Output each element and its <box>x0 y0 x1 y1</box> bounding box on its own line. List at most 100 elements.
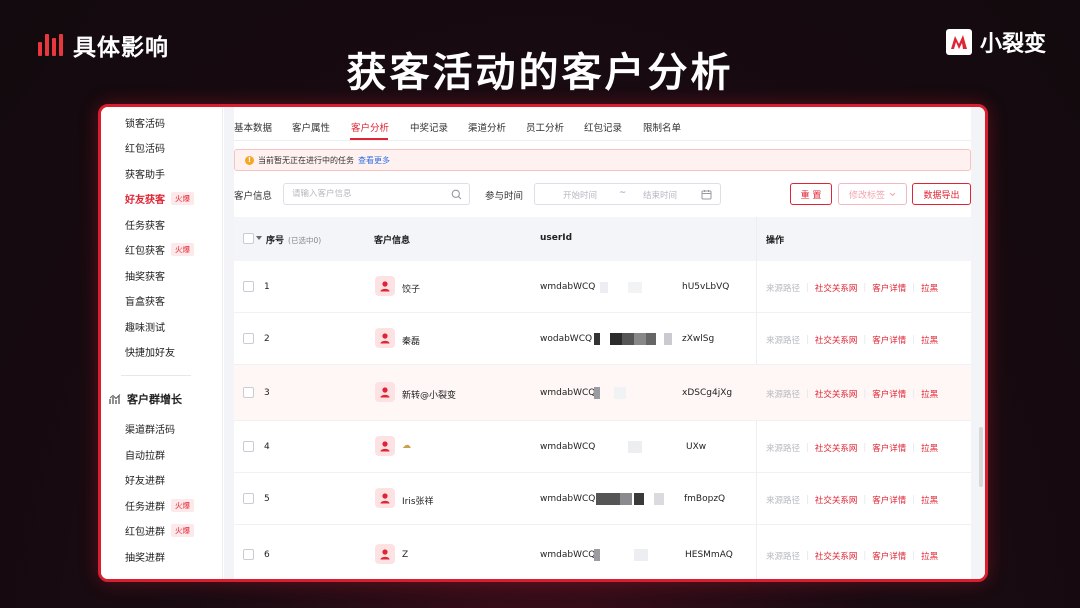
sidebar-item-blindbox-acquire[interactable]: 盲盒获客 <box>125 293 165 308</box>
row-checkbox[interactable] <box>243 281 254 292</box>
start-time-placeholder[interactable]: 开始时间 <box>563 189 597 201</box>
sidebar-item-acquire-helper[interactable]: 获客助手 <box>125 166 165 181</box>
table-row: 2 秦磊 wodabWCQ zXwlSg 来源路径 | 社交关系网 | 客户详情… <box>234 313 971 365</box>
customer-search-input[interactable] <box>292 189 432 199</box>
sidebar-item-task-join-group[interactable]: 任务进群 火爆 <box>125 498 194 513</box>
sidebar-item-friend-acquire[interactable]: 好友获客 火爆 <box>125 191 194 206</box>
customer-detail-link[interactable]: 客户详情 <box>872 334 906 346</box>
block-link[interactable]: 拉黑 <box>921 334 938 346</box>
userid-mask <box>596 441 676 453</box>
tab-restricted-list[interactable]: 限制名单 <box>643 120 681 134</box>
block-link[interactable]: 拉黑 <box>921 550 938 562</box>
social-network-link[interactable]: 社交关系网 <box>815 494 858 506</box>
sidebar-item-redpacket-acquire[interactable]: 红包获客 火爆 <box>125 242 194 257</box>
op-separator: | <box>863 389 867 399</box>
customer-detail-link[interactable]: 客户详情 <box>872 494 906 506</box>
block-link[interactable]: 拉黑 <box>921 388 938 400</box>
hot-badge: 火爆 <box>171 524 194 537</box>
notice-more-link[interactable]: 查看更多 <box>358 155 390 166</box>
social-network-link[interactable]: 社交关系网 <box>815 442 858 454</box>
user-avatar-icon <box>375 382 395 402</box>
customer-name: 饺子 <box>402 285 421 295</box>
tab-prize-records[interactable]: 中奖记录 <box>410 120 448 134</box>
userid-mask <box>598 282 678 293</box>
block-link[interactable]: 拉黑 <box>921 282 938 294</box>
row-index: 1 <box>264 282 270 292</box>
op-separator: | <box>806 283 809 293</box>
op-separator: | <box>912 389 916 399</box>
source-path-link[interactable]: 来源路径 <box>766 494 800 506</box>
sidebar-item-auto-pull-group[interactable]: 自动拉群 <box>125 447 165 462</box>
sidebar-item-redpacket-join-group[interactable]: 红包进群 火爆 <box>125 523 194 538</box>
row-actions: 来源路径 | 社交关系网 | 客户详情 | 拉黑 <box>766 550 938 562</box>
date-range-picker[interactable]: 开始时间 ~ 结束时间 <box>534 183 721 205</box>
customer-detail-link[interactable]: 客户详情 <box>872 282 906 294</box>
social-network-link[interactable]: 社交关系网 <box>815 388 858 400</box>
sidebar-item-label: 抽奖进群 <box>125 553 165 564</box>
row-checkbox[interactable] <box>243 549 254 560</box>
block-link[interactable]: 拉黑 <box>921 442 938 454</box>
sidebar-item-label: 渠道群活码 <box>125 425 175 436</box>
tab-staff-analysis[interactable]: 员工分析 <box>526 120 564 134</box>
sidebar-item-lock-code[interactable]: 锁客活码 <box>125 115 165 130</box>
tab-channel-analysis[interactable]: 渠道分析 <box>468 120 506 134</box>
row-index: 2 <box>264 334 270 344</box>
calendar-icon[interactable] <box>701 189 712 200</box>
row-checkbox[interactable] <box>243 441 254 452</box>
op-separator: | <box>912 443 916 453</box>
tab-customer-analysis[interactable]: 客户分析 <box>351 120 389 134</box>
sidebar-item-lottery-acquire[interactable]: 抽奖获客 <box>125 268 165 283</box>
customer-detail-link[interactable]: 客户详情 <box>872 550 906 562</box>
hot-badge: 火爆 <box>171 499 194 512</box>
row-checkbox[interactable] <box>243 493 254 504</box>
select-all-checkbox[interactable] <box>243 233 254 244</box>
tab-basic-data[interactable]: 基本数据 <box>234 120 272 134</box>
search-icon[interactable] <box>451 189 462 200</box>
edit-tag-button[interactable]: 修改标签 <box>838 183 907 205</box>
index-header-text: 序号 <box>266 236 285 246</box>
end-time-placeholder[interactable]: 结束时间 <box>643 189 677 201</box>
source-path-link[interactable]: 来源路径 <box>766 442 800 454</box>
customer-name: 新转@小裂变 <box>402 391 457 401</box>
brand-right: 小裂变 <box>945 26 1046 58</box>
tab-redpacket-records[interactable]: 红包记录 <box>584 120 622 134</box>
social-network-link[interactable]: 社交关系网 <box>815 550 858 562</box>
app-window: 锁客活码 红包活码 获客助手 好友获客 火爆 任务获客 红包获客 火爆 抽奖获客 盲… <box>98 104 988 582</box>
join-time-label: 参与时间 <box>485 191 524 202</box>
source-path-link[interactable]: 来源路径 <box>766 334 800 346</box>
user-avatar-icon <box>375 276 395 296</box>
table-header: 序号 (已选中0) 客户信息 userId 操作 <box>234 217 971 261</box>
source-path-link[interactable]: 来源路径 <box>766 282 800 294</box>
sidebar-item-lottery-join-group[interactable]: 抽奖进群 <box>125 549 165 564</box>
table-row: 4 ☁ wmdabWCQ UXw 来源路径 | 社交关系网 | 客户详情 | 拉黑 <box>234 421 971 473</box>
customer-detail-link[interactable]: 客户详情 <box>872 442 906 454</box>
sidebar-group-customer-group[interactable]: 客户群增长 <box>109 391 182 407</box>
sidebar-item-channel-group-code[interactable]: 渠道群活码 <box>125 421 175 436</box>
chevron-down-icon <box>889 192 896 196</box>
sidebar-item-quick-add-friend[interactable]: 快捷加好友 <box>125 344 175 359</box>
user-avatar-icon <box>375 544 395 564</box>
notice-text: 当前暂无正在进行中的任务 <box>258 155 354 165</box>
op-separator: | <box>806 389 809 399</box>
sidebar-item-task-acquire[interactable]: 任务获客 <box>125 217 165 232</box>
tab-customer-attr[interactable]: 客户属性 <box>292 120 330 134</box>
social-network-link[interactable]: 社交关系网 <box>815 282 858 294</box>
user-avatar-icon <box>375 328 395 348</box>
source-path-link[interactable]: 来源路径 <box>766 388 800 400</box>
row-index: 5 <box>264 494 270 504</box>
sidebar-item-friend-join-group[interactable]: 好友进群 <box>125 472 165 487</box>
export-data-button[interactable]: 数据导出 <box>912 183 971 205</box>
row-actions: 来源路径 | 社交关系网 | 客户详情 | 拉黑 <box>766 442 938 454</box>
vertical-scrollbar[interactable] <box>979 427 983 487</box>
row-checkbox[interactable] <box>243 387 254 398</box>
row-checkbox[interactable] <box>243 333 254 344</box>
social-network-link[interactable]: 社交关系网 <box>815 334 858 346</box>
block-link[interactable]: 拉黑 <box>921 494 938 506</box>
sidebar-item-fun-test[interactable]: 趣味测试 <box>125 319 165 334</box>
op-separator: | <box>806 551 809 561</box>
customer-detail-link[interactable]: 客户详情 <box>872 388 906 400</box>
caret-down-icon[interactable] <box>256 236 262 241</box>
source-path-link[interactable]: 来源路径 <box>766 550 800 562</box>
sidebar-item-redpacket-code[interactable]: 红包活码 <box>125 140 165 155</box>
reset-button[interactable]: 重 置 <box>790 183 832 205</box>
